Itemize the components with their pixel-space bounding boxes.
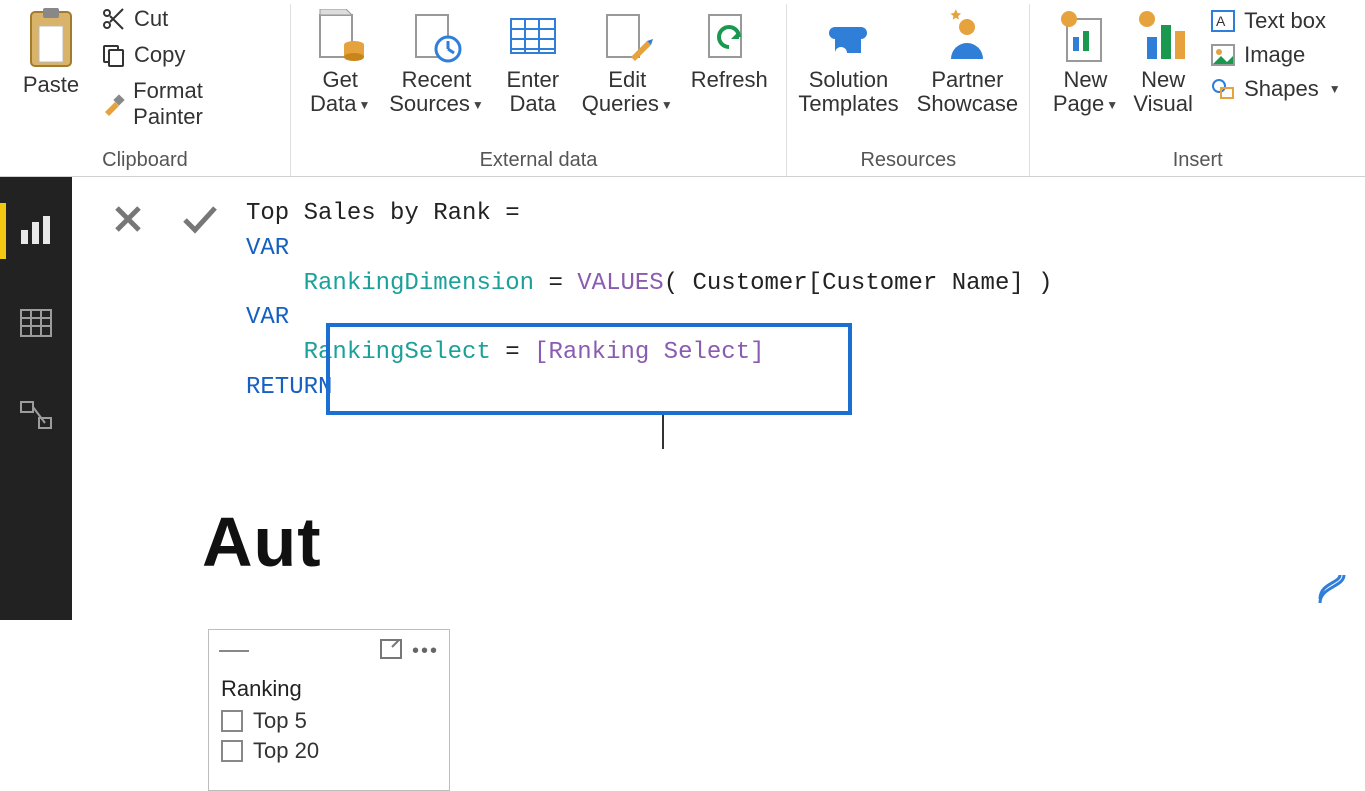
ribbon-group-label: Resources <box>860 143 956 176</box>
get-data-button[interactable]: Get Data▼ <box>309 4 371 118</box>
ribbon-group-label: Insert <box>1173 143 1223 176</box>
chevron-down-icon: ▼ <box>472 99 484 112</box>
chevron-down-icon: ▼ <box>358 99 370 112</box>
copy-button[interactable]: Copy <box>98 40 276 70</box>
paste-label: Paste <box>23 72 79 98</box>
edit-queries-button[interactable]: Edit Queries▼ <box>582 4 673 118</box>
solution-templates-button[interactable]: Solution Templates <box>798 4 898 118</box>
enter-data-label: Enter Data <box>507 68 560 116</box>
cut-label: Cut <box>134 6 168 32</box>
focus-mode-icon[interactable] <box>380 639 402 664</box>
sidebar-tab-data[interactable] <box>0 295 72 351</box>
ribbon-group-clipboard: Paste Cut Copy <box>0 4 291 176</box>
image-button[interactable]: Image <box>1208 40 1343 70</box>
slicer-item[interactable]: Top 20 <box>209 736 449 766</box>
shapes-button[interactable]: Shapes ▼ <box>1208 74 1343 104</box>
page-sun-icon <box>1054 6 1116 68</box>
slicer-item-label: Top 5 <box>253 708 307 734</box>
check-icon <box>181 202 219 236</box>
image-icon <box>1210 42 1236 68</box>
scissors-icon <box>100 6 126 32</box>
new-visual-button[interactable]: New Visual <box>1132 4 1194 118</box>
close-icon <box>111 202 145 236</box>
new-visual-label: New Visual <box>1133 68 1193 116</box>
slicer-toolbar: ••• <box>209 630 449 666</box>
page-cylinder-icon <box>309 6 371 68</box>
ribbon-group-resources: Solution Templates Partner Showcase Reso… <box>787 4 1030 176</box>
left-sidebar <box>0 177 72 620</box>
shapes-icon <box>1210 76 1236 102</box>
formula-bar: Top Sales by Rank = VAR RankingDimension… <box>92 189 1365 419</box>
bar-chart-icon <box>19 216 53 246</box>
sidebar-tab-report[interactable] <box>0 203 72 259</box>
clipboard-paste-icon <box>20 8 82 70</box>
slicer-title: Ranking <box>209 666 449 706</box>
partner-showcase-label: Partner Showcase <box>917 68 1019 116</box>
sidebar-tab-model[interactable] <box>0 387 72 443</box>
formula-editor[interactable]: Top Sales by Rank = VAR RankingDimension… <box>236 189 1365 419</box>
recent-sources-button[interactable]: Recent Sources▼ <box>389 4 484 118</box>
shapes-label: Shapes <box>1244 76 1319 102</box>
table-icon <box>502 6 564 68</box>
chevron-down-icon: ▼ <box>1106 99 1118 112</box>
cut-button[interactable]: Cut <box>98 4 276 34</box>
chevron-down-icon: ▼ <box>1329 82 1341 96</box>
format-painter-label: Format Painter <box>133 78 274 130</box>
workspace: Top Sales by Rank = VAR RankingDimension… <box>0 177 1365 620</box>
refresh-icon <box>698 6 760 68</box>
checkbox-icon[interactable] <box>221 710 243 732</box>
svg-text:A: A <box>1216 13 1226 29</box>
get-data-label: Get Data <box>310 67 358 116</box>
main-canvas: Top Sales by Rank = VAR RankingDimension… <box>72 177 1365 620</box>
table-icon <box>19 308 53 338</box>
subscribe-icon[interactable] <box>1309 568 1351 610</box>
text-box-label: Text box <box>1244 8 1326 34</box>
partner-showcase-button[interactable]: Partner Showcase <box>917 4 1019 118</box>
chevron-down-icon: ▼ <box>661 99 673 112</box>
recent-sources-label: Recent Sources <box>389 67 471 116</box>
formula-commit-button[interactable] <box>178 197 222 241</box>
ribbon-group-insert: New Page▼ New Visual A Text box <box>1030 4 1365 176</box>
new-page-label: New Page <box>1053 67 1108 116</box>
more-options-icon[interactable]: ••• <box>412 640 439 663</box>
slicer-item[interactable]: Top 5 <box>209 706 449 736</box>
edit-queries-label: Edit Queries <box>582 67 659 116</box>
slicer-item-label: Top 20 <box>253 738 319 764</box>
ribbon-group-external-data: Get Data▼ Recent Sources▼ Enter Data Edi… <box>291 4 787 176</box>
ribbon-group-label: External data <box>480 143 598 176</box>
paste-button[interactable]: Paste <box>14 4 88 132</box>
drag-handle-icon[interactable] <box>219 650 249 652</box>
puzzle-icon <box>818 6 880 68</box>
relationship-icon <box>19 400 53 430</box>
person-star-icon <box>936 6 998 68</box>
page-pencil-icon <box>596 6 658 68</box>
textbox-icon: A <box>1210 8 1236 34</box>
solution-templates-label: Solution Templates <box>798 68 898 116</box>
image-label: Image <box>1244 42 1305 68</box>
report-title-partial: Aut <box>202 502 322 582</box>
text-cursor <box>662 415 664 449</box>
formula-cancel-button[interactable] <box>106 197 150 241</box>
refresh-label: Refresh <box>691 68 768 92</box>
text-box-button[interactable]: A Text box <box>1208 6 1343 36</box>
chart-sun-icon <box>1132 6 1194 68</box>
checkbox-icon[interactable] <box>221 740 243 762</box>
new-page-button[interactable]: New Page▼ <box>1053 4 1118 118</box>
enter-data-button[interactable]: Enter Data <box>502 4 564 118</box>
page-clock-icon <box>405 6 467 68</box>
slicer-visual[interactable]: ••• Ranking Top 5 Top 20 <box>208 629 450 791</box>
ribbon: Paste Cut Copy <box>0 0 1365 177</box>
copy-label: Copy <box>134 42 185 68</box>
format-painter-button[interactable]: Format Painter <box>98 76 276 132</box>
copy-icon <box>100 42 126 68</box>
ribbon-group-label: Clipboard <box>102 143 188 176</box>
refresh-button[interactable]: Refresh <box>691 4 768 118</box>
brush-icon <box>100 91 125 117</box>
